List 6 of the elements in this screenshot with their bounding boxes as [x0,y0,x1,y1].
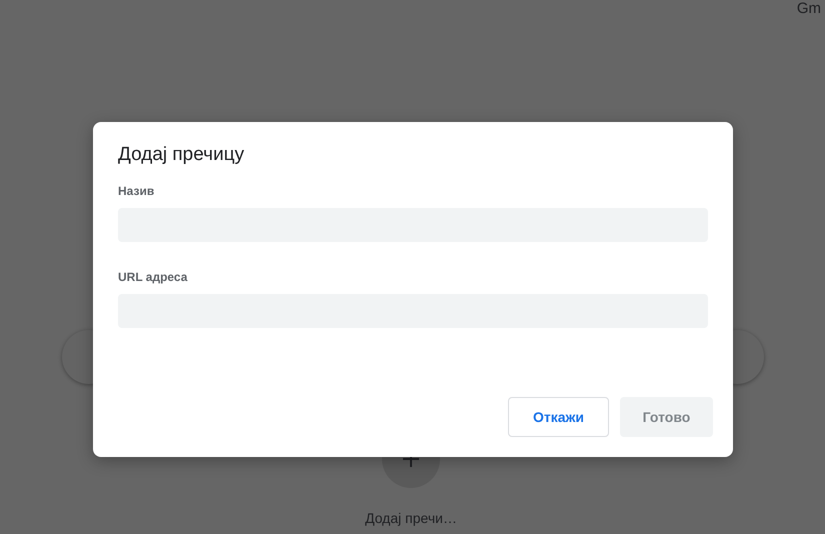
field-label: Назив [118,184,156,198]
header-text[interactable]: Gm [796,0,825,17]
cancel-button[interactable]: Откажи [508,397,609,437]
dialog-title: Додај пречицу [118,144,246,166]
shortcut-label: Додај пречи… [365,510,457,526]
field-label: URL адреса [118,270,188,284]
